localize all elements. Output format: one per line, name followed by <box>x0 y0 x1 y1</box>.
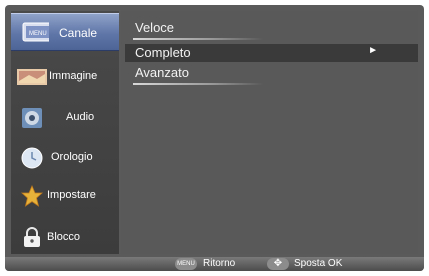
menu-item-label: Veloce <box>135 20 175 35</box>
sidebar-item-label: Immagine <box>49 70 98 82</box>
clock-icon <box>21 147 43 169</box>
picture-icon <box>17 69 47 85</box>
back-hint: Ritorno <box>203 258 236 269</box>
menu-key-icon: MENU <box>175 258 197 270</box>
speaker-icon <box>22 108 42 128</box>
sidebar-item-label: Audio <box>66 111 95 123</box>
star-icon <box>21 185 43 207</box>
sidebar-item-impostare[interactable]: Impostare <box>11 177 119 215</box>
menu-item-completo[interactable]: Completo ► <box>125 44 418 62</box>
menu-item-label: Completo <box>135 45 191 60</box>
sidebar-item-label: Impostare <box>47 189 96 201</box>
submenu-arrow-icon: ► <box>368 45 378 56</box>
footer-help-bar: MENU Ritorno ✥ Sposta OK <box>5 257 424 271</box>
menu-item-avanzato[interactable]: Avanzato <box>125 64 418 85</box>
sidebar: MENU Canale Immagine Audio Orologio Impo… <box>11 11 119 254</box>
sidebar-item-orologio[interactable]: Orologio <box>11 139 119 177</box>
sidebar-item-immagine[interactable]: Immagine <box>11 58 119 96</box>
sidebar-item-label: Canale <box>59 26 98 40</box>
sidebar-item-canale[interactable]: MENU Canale <box>11 13 119 51</box>
lock-icon <box>24 227 40 247</box>
submenu-panel: Veloce Completo ► Avanzato <box>121 11 418 254</box>
menu-item-label: Avanzato <box>135 65 189 80</box>
menu-item-veloce[interactable]: Veloce <box>125 19 418 40</box>
sidebar-item-blocco[interactable]: Blocco <box>11 219 119 257</box>
channel-icon: MENU <box>22 22 49 42</box>
move-hint: Sposta OK <box>294 258 343 269</box>
svg-text:MENU: MENU <box>29 31 47 37</box>
menu-divider <box>133 83 263 85</box>
move-key-icon: ✥ <box>267 258 289 270</box>
menu-divider <box>133 38 263 40</box>
sidebar-item-label: Blocco <box>47 231 81 243</box>
tv-menu-window: MENU Canale Immagine Audio Orologio Impo… <box>5 5 424 271</box>
sidebar-item-label: Orologio <box>51 151 93 163</box>
sidebar-item-audio[interactable]: Audio <box>11 99 119 137</box>
